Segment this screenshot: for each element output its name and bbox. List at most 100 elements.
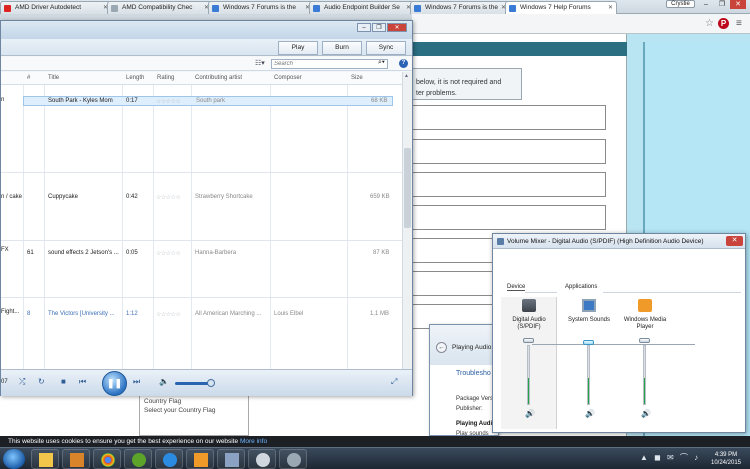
mute-speaker-icon[interactable]: 🔊 bbox=[641, 409, 651, 418]
taskbar-app[interactable] bbox=[279, 449, 307, 469]
search-icon[interactable]: ⌕▾ bbox=[378, 59, 385, 67]
browser-toolbar: ☆ P ≡ bbox=[412, 14, 750, 34]
track-size: 659 KB bbox=[370, 194, 390, 200]
browser-tab-w7-help[interactable]: Windows 7 Help Forums ✕ bbox=[505, 1, 617, 14]
system-tray-icons[interactable]: ▲ ◼ ✉ ⌒ ♪ bbox=[640, 452, 700, 463]
mute-speaker-icon[interactable]: 🔊 bbox=[585, 409, 595, 418]
publisher-label: Publisher: bbox=[456, 406, 483, 412]
taskbar-chrome[interactable] bbox=[93, 449, 121, 469]
tab-play[interactable]: Play bbox=[278, 41, 318, 55]
table-row[interactable]: 61 sound effects 2 Jetson's ... 0:05 ☆☆☆… bbox=[1, 249, 402, 259]
taskbar-settings[interactable] bbox=[248, 449, 276, 469]
switch-to-now-playing-icon[interactable]: ⤢ bbox=[391, 377, 397, 387]
rating-stars-icon[interactable]: ☆☆☆☆☆ bbox=[156, 98, 181, 105]
volume-slider-device[interactable] bbox=[527, 345, 530, 405]
form-field[interactable] bbox=[412, 205, 606, 230]
previous-icon[interactable]: ⏮ bbox=[79, 377, 86, 387]
minimize-icon[interactable]: – bbox=[357, 23, 371, 32]
pinterest-icon[interactable]: P bbox=[718, 18, 729, 29]
shuffle-icon[interactable]: ⤮ bbox=[19, 377, 25, 387]
browser-menu-icon[interactable]: ≡ bbox=[736, 18, 742, 29]
close-window-icon[interactable]: ✕ bbox=[730, 0, 746, 9]
tab-sync[interactable]: Sync bbox=[366, 41, 406, 55]
speaker-icon[interactable]: 🔈 bbox=[159, 377, 169, 386]
form-field[interactable] bbox=[412, 139, 606, 164]
media-player-window: – ❐ ✕ Play Burn Sync ☷▾ ⌕▾ ? # Title Len… bbox=[0, 20, 413, 396]
search-input[interactable] bbox=[271, 59, 388, 69]
browser-tab-w7-forums-1[interactable]: Windows 7 Forums is the ✕ bbox=[208, 1, 314, 14]
close-tab-icon[interactable]: ✕ bbox=[608, 4, 613, 11]
column-header-title[interactable]: Title bbox=[48, 75, 59, 81]
maximize-icon[interactable]: ❐ bbox=[372, 23, 386, 32]
volume-level-fill bbox=[588, 377, 589, 404]
stop-icon[interactable]: ■ bbox=[61, 377, 66, 386]
column-header-composer[interactable]: Composer bbox=[274, 75, 302, 81]
system-sounds-icon[interactable] bbox=[582, 299, 596, 312]
column-header-number[interactable]: # bbox=[27, 75, 30, 81]
form-field[interactable] bbox=[412, 105, 606, 130]
next-icon[interactable]: ⏭ bbox=[133, 377, 140, 387]
bookmark-star-icon[interactable]: ☆ bbox=[705, 18, 714, 29]
taskbar-clock[interactable]: 4:39 PM 10/24/2015 bbox=[704, 451, 748, 467]
taskbar-explorer[interactable] bbox=[31, 449, 59, 469]
taskbar-green-app[interactable] bbox=[124, 449, 152, 469]
scroll-up-icon[interactable]: ▲ bbox=[404, 73, 409, 79]
rating-stars-icon[interactable]: ☆☆☆☆☆ bbox=[156, 250, 181, 257]
volume-slider-thumb[interactable] bbox=[639, 338, 650, 343]
form-field[interactable] bbox=[412, 172, 606, 197]
track-artist: Strawberry Shortcake bbox=[195, 194, 253, 200]
library-grid: n South Park - Kyles Mom 0:17 ☆☆☆☆☆ Sout… bbox=[1, 85, 402, 381]
library-scrollbar[interactable]: ▲ ▼ bbox=[402, 72, 412, 381]
track-length: 0:05 bbox=[126, 250, 138, 256]
taskbar-control-panel[interactable] bbox=[217, 449, 245, 469]
maximize-icon[interactable]: ❐ bbox=[714, 0, 730, 9]
volume-slider-thumb[interactable] bbox=[523, 338, 534, 343]
table-row[interactable]: South Park - Kyles Mom 0:17 ☆☆☆☆☆ South … bbox=[23, 96, 393, 106]
view-options-icon[interactable]: ☷▾ bbox=[255, 59, 265, 67]
group-divider bbox=[1, 172, 402, 173]
volume-slider-knob[interactable] bbox=[207, 379, 215, 387]
taskbar-wmp[interactable] bbox=[186, 449, 214, 469]
taskbar-ie[interactable] bbox=[155, 449, 183, 469]
column-header-artist[interactable]: Contributing artist bbox=[195, 75, 242, 81]
browser-tab-amd-driver[interactable]: AMD Driver Autodetect ✕ bbox=[0, 1, 112, 14]
rating-stars-icon[interactable]: ☆☆☆☆☆ bbox=[156, 311, 181, 318]
control-panel-icon bbox=[225, 453, 239, 467]
country-flag-box[interactable]: Country Flag Select your Country Flag bbox=[139, 394, 249, 436]
scrollbar-thumb[interactable] bbox=[404, 148, 411, 228]
volume-slider[interactable] bbox=[175, 382, 211, 385]
volume-slider-thumb[interactable] bbox=[583, 340, 594, 345]
minimize-icon[interactable]: – bbox=[698, 0, 714, 9]
profile-button[interactable]: Crystie bbox=[666, 0, 695, 8]
track-length: 0:17 bbox=[126, 98, 138, 104]
pause-button[interactable]: ❚❚ bbox=[102, 371, 127, 396]
table-row[interactable]: Cuppycake 0:42 ☆☆☆☆☆ Strawberry Shortcak… bbox=[1, 193, 402, 203]
column-header-rating[interactable]: Rating bbox=[157, 75, 174, 81]
mute-speaker-icon[interactable]: 🔊 bbox=[525, 409, 535, 418]
taskbar-media-center[interactable] bbox=[62, 449, 90, 469]
browser-tab-amd-compat[interactable]: AMD Compatibility Chec ✕ bbox=[107, 1, 213, 14]
windows-favicon-icon bbox=[212, 5, 219, 12]
chrome-icon bbox=[101, 453, 115, 467]
back-arrow-icon[interactable]: ← bbox=[436, 342, 447, 353]
browser-tab-audio-endpoint[interactable]: Audio Endpoint Builder Se ✕ bbox=[309, 1, 415, 14]
column-header-size[interactable]: Size bbox=[351, 75, 363, 81]
volume-slider-system-sounds[interactable] bbox=[587, 345, 590, 405]
rating-stars-icon[interactable]: ☆☆☆☆☆ bbox=[156, 194, 181, 201]
close-window-icon[interactable]: ✕ bbox=[387, 23, 407, 32]
channel-name-line: System Sounds bbox=[567, 317, 611, 323]
track-title: Cuppycake bbox=[48, 194, 79, 200]
tab-burn[interactable]: Burn bbox=[322, 41, 362, 55]
speaker-device-icon[interactable] bbox=[522, 299, 536, 312]
repeat-icon[interactable]: ↻ bbox=[38, 377, 45, 386]
column-header-length[interactable]: Length bbox=[126, 75, 144, 81]
track-number: 8 bbox=[27, 311, 31, 317]
start-button[interactable] bbox=[3, 449, 25, 469]
media-player-app-icon[interactable] bbox=[638, 299, 652, 312]
browser-tab-w7-forums-2[interactable]: Windows 7 Forums is the ✕ bbox=[410, 1, 510, 14]
close-window-icon[interactable]: ✕ bbox=[726, 236, 743, 246]
volume-slider-media-player[interactable] bbox=[643, 345, 646, 405]
more-info-link[interactable]: More info bbox=[240, 438, 267, 445]
help-icon[interactable]: ? bbox=[399, 59, 408, 68]
table-row[interactable]: 8 The Victors [University ... 1:12 ☆☆☆☆☆… bbox=[1, 310, 402, 320]
